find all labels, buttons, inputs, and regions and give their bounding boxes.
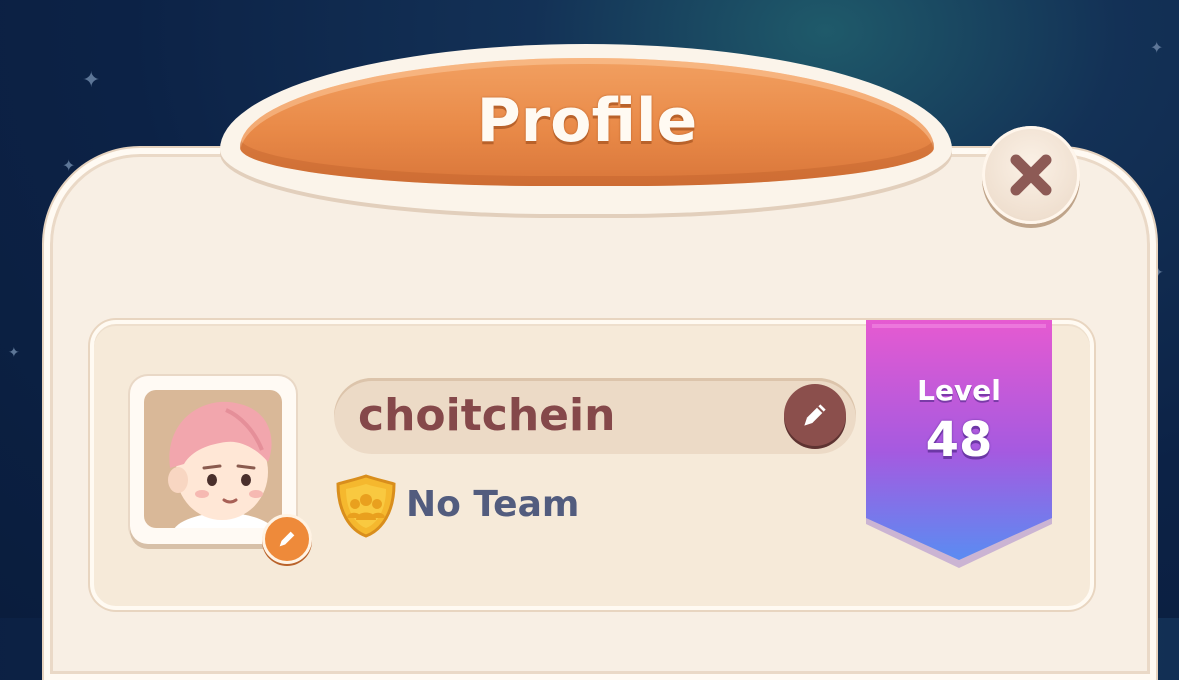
edit-username-button[interactable] bbox=[784, 384, 846, 446]
dialog-title: Profile bbox=[476, 86, 698, 156]
avatar bbox=[144, 390, 282, 528]
team-shield-icon bbox=[332, 472, 400, 540]
star-decoration: ✦ bbox=[82, 68, 101, 93]
level-value: 48 bbox=[925, 412, 993, 468]
star-decoration: ✦ bbox=[8, 345, 20, 361]
level-label: Level bbox=[917, 374, 1001, 407]
username: choitchein bbox=[358, 390, 616, 441]
avatar-edit-button[interactable] bbox=[262, 514, 312, 564]
star-decoration: ✦ bbox=[62, 156, 76, 175]
close-button[interactable] bbox=[982, 126, 1080, 224]
star-decoration: ✦ bbox=[1150, 38, 1164, 57]
pencil-icon bbox=[804, 404, 826, 426]
team-name: No Team bbox=[406, 484, 580, 525]
close-x-icon bbox=[1010, 154, 1052, 196]
pencil-icon bbox=[279, 531, 295, 547]
